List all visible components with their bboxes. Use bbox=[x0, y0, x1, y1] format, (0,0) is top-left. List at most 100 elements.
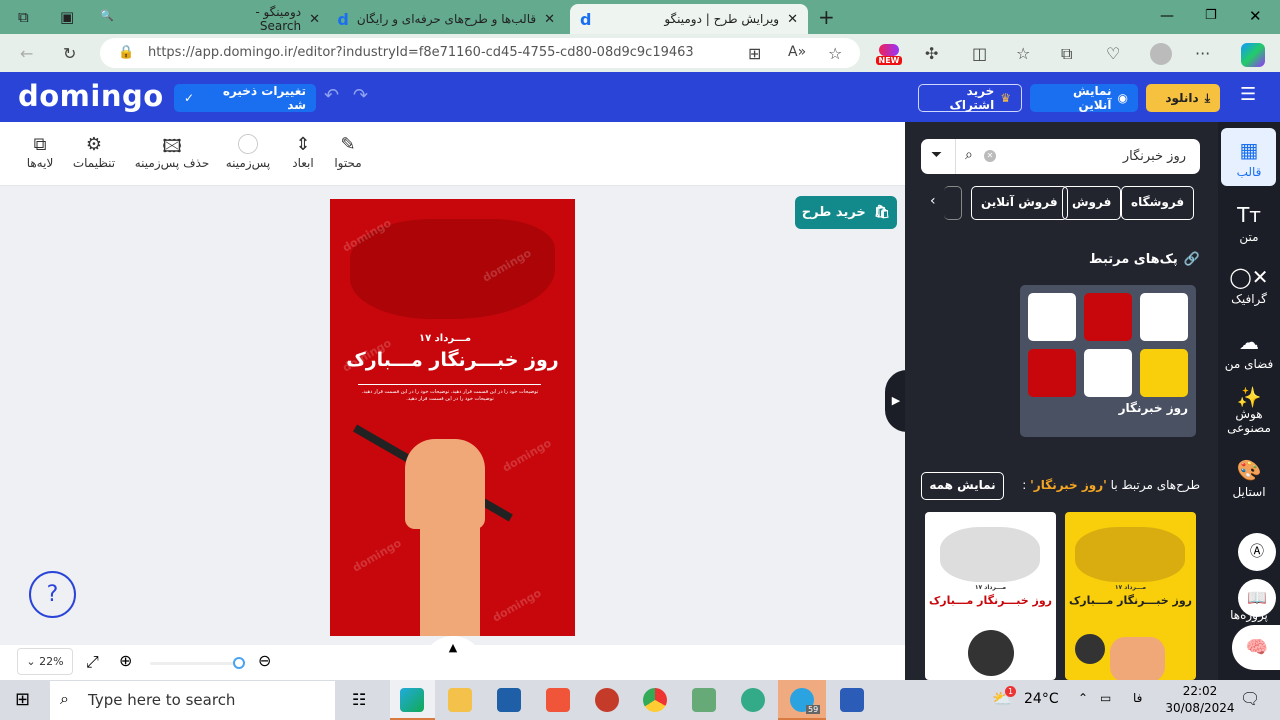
vertical-tabs-icon[interactable]: ▣ bbox=[60, 8, 74, 26]
battery-icon[interactable]: ▭ bbox=[1100, 691, 1111, 705]
file-explorer-icon[interactable] bbox=[448, 688, 472, 712]
app-c-icon[interactable] bbox=[546, 688, 570, 712]
tool-remove-background[interactable]: 🖾 حذف پس‌زمینه bbox=[133, 134, 211, 170]
fit-screen-icon[interactable]: ⤢ bbox=[86, 652, 99, 672]
favorites-icon[interactable]: ☆ bbox=[1016, 44, 1030, 63]
close-tab-icon[interactable]: ✕ bbox=[309, 12, 320, 27]
pack-thumbnail bbox=[1140, 293, 1188, 341]
zoom-out-icon[interactable]: ⊖ bbox=[258, 651, 271, 670]
edge-icon[interactable] bbox=[400, 688, 424, 712]
template-search-input[interactable]: روز خبرنگار bbox=[921, 139, 1200, 174]
lock-icon[interactable]: 🔒 bbox=[118, 45, 134, 60]
back-icon[interactable]: ← bbox=[20, 44, 33, 63]
filter-icon[interactable]: ⏷ bbox=[931, 147, 942, 163]
zoom-in-icon[interactable]: ⊕ bbox=[119, 651, 132, 670]
related-design-card[interactable]: ۱۷ مـــرداد روز خبـــرنگار مـــبارک bbox=[1065, 512, 1196, 680]
undo-icon[interactable]: ↶ bbox=[324, 85, 339, 106]
favorite-star-icon[interactable]: ☆ bbox=[828, 44, 842, 63]
clock[interactable]: 22:02 30/08/2024 bbox=[1160, 683, 1240, 717]
menu-icon[interactable]: ☰ bbox=[1240, 84, 1256, 105]
close-tab-icon[interactable]: ✕ bbox=[544, 12, 555, 27]
check-icon: ✓ bbox=[184, 91, 195, 105]
restore-button[interactable]: ❐ bbox=[1205, 8, 1217, 23]
saved-status-button[interactable]: تغییرات ذخیره شد ✓ bbox=[174, 84, 316, 112]
app-green-icon[interactable] bbox=[692, 688, 716, 712]
collections-icon[interactable]: ⧉ bbox=[1061, 44, 1072, 64]
help-button[interactable]: ? bbox=[29, 571, 76, 618]
tool-content[interactable]: ✎ محتوا bbox=[330, 134, 366, 170]
online-preview-button[interactable]: ◉ نمایش آنلاین bbox=[1030, 84, 1138, 112]
pack-thumbnail bbox=[1084, 293, 1132, 341]
chip-partial[interactable] bbox=[944, 186, 962, 220]
sidebar-item-graphics[interactable]: ◯✕ گرافیک bbox=[1218, 265, 1280, 306]
shopping-bag-icon: 🛍 bbox=[873, 205, 891, 220]
tool-dimensions[interactable]: ⇕ ابعاد bbox=[285, 134, 321, 170]
store-icon[interactable] bbox=[497, 688, 521, 712]
zoom-select[interactable]: ⌄ 22% bbox=[17, 648, 73, 675]
search-icon[interactable]: ⌕ bbox=[965, 147, 973, 163]
sidebar-item-template[interactable]: ▦ قالب bbox=[1218, 138, 1280, 179]
more-icon[interactable]: ··· bbox=[1195, 44, 1210, 63]
redo-icon[interactable]: ↷ bbox=[353, 85, 368, 106]
chip-sales[interactable]: فروش bbox=[1062, 186, 1122, 220]
workspaces-icon[interactable]: ⧉ bbox=[18, 8, 29, 26]
book-icon[interactable]: 📖 bbox=[1238, 579, 1276, 617]
buy-design-button[interactable]: 🛍 خرید طرح bbox=[795, 196, 897, 229]
tab-search[interactable]: ✕ دومینگو - Search bbox=[210, 4, 330, 34]
design-canvas[interactable]: domingo domingo domingo domingo domingo … bbox=[330, 199, 575, 636]
extension-new-icon[interactable]: NEW bbox=[876, 44, 902, 68]
read-aloud-icon[interactable]: A» bbox=[788, 44, 806, 60]
tab-editor[interactable]: ✕ ویرایش طرح | دومینگو d bbox=[570, 4, 808, 34]
apps-icon[interactable]: ⊞ bbox=[748, 44, 761, 63]
download-manager-icon[interactable] bbox=[741, 688, 765, 712]
sidebar-item-ai[interactable]: ✨ هوش مصنوعی bbox=[1218, 387, 1280, 435]
chip-store[interactable]: فروشگاه bbox=[1121, 186, 1195, 220]
ai-brain-button[interactable]: 🧠 bbox=[1232, 625, 1280, 670]
zoom-slider[interactable] bbox=[150, 662, 240, 665]
download-button[interactable]: ⤓ دانلود bbox=[1146, 84, 1220, 112]
expand-pages-button[interactable]: ▲ bbox=[422, 636, 484, 680]
copilot-icon[interactable] bbox=[1241, 43, 1265, 67]
minimize-button[interactable]: — bbox=[1160, 8, 1174, 24]
pack-card[interactable]: روز خبرنگار bbox=[1020, 285, 1196, 437]
split-screen-icon[interactable]: ◫ bbox=[972, 44, 987, 63]
language-indicator[interactable]: فا bbox=[1133, 691, 1142, 705]
notifications-icon[interactable]: 🗨 bbox=[1240, 689, 1260, 708]
related-design-card[interactable]: ۱۷ مـــرداد روز خبـــرنگار مـــبارک bbox=[925, 512, 1056, 680]
domingo-logo[interactable]: domingo bbox=[18, 79, 164, 113]
url-field[interactable]: https://app.domingo.ir/editor?industryId… bbox=[100, 38, 860, 68]
tool-background[interactable]: پس‌زمینه bbox=[222, 134, 274, 170]
browser-essentials-icon[interactable]: ♡ bbox=[1106, 44, 1120, 63]
collapse-panel-button[interactable]: ▶ bbox=[885, 370, 907, 432]
sidebar-item-style[interactable]: 🎨 استایل bbox=[1218, 458, 1280, 499]
chrome-icon[interactable] bbox=[643, 688, 667, 712]
sidebar-item-my-space[interactable]: ☁ فضای من bbox=[1218, 330, 1280, 371]
zoom-slider-handle[interactable] bbox=[233, 657, 246, 669]
tool-settings[interactable]: ⚙ تنظیمات bbox=[70, 134, 118, 170]
tool-layers[interactable]: ⧉ لایه‌ها bbox=[22, 134, 58, 170]
chip-online-sales[interactable]: فروش آنلاین bbox=[971, 186, 1068, 220]
sidebar-item-text[interactable]: Tт متن bbox=[1218, 203, 1280, 244]
new-tab-button[interactable]: + bbox=[818, 5, 835, 29]
show-all-button[interactable]: نمایش همه bbox=[921, 472, 1004, 500]
search-icon: 🔍 bbox=[100, 9, 114, 22]
chevron-left-icon[interactable]: ‹ bbox=[930, 193, 936, 209]
word-icon[interactable] bbox=[840, 688, 864, 712]
close-window-button[interactable]: ✕ bbox=[1249, 7, 1262, 25]
extensions-icon[interactable]: ✣ bbox=[925, 44, 938, 63]
translate-button[interactable]: Ⓐ bbox=[1238, 533, 1276, 571]
tab-templates[interactable]: ✕ قالب‌ها و طرح‌های حرفه‌ای و رایگان d bbox=[335, 4, 565, 34]
palette-icon: 🎨 bbox=[1236, 458, 1262, 482]
show-hidden-icons[interactable]: ⌃ bbox=[1078, 691, 1088, 705]
cloud-upload-icon: ☁ bbox=[1239, 330, 1259, 354]
psiphon-icon[interactable] bbox=[595, 688, 619, 712]
task-view-icon[interactable]: ☷ bbox=[352, 690, 366, 709]
buy-subscription-button[interactable]: ♛ خرید اشتراک bbox=[918, 84, 1022, 112]
windows-start-icon[interactable]: ⊞ bbox=[15, 689, 30, 710]
taskbar-search-input[interactable]: Type here to search bbox=[50, 681, 335, 720]
clear-search-icon[interactable]: ✕ bbox=[984, 150, 996, 162]
close-tab-icon[interactable]: ✕ bbox=[787, 12, 798, 27]
refresh-icon[interactable]: ↻ bbox=[63, 44, 76, 63]
temperature[interactable]: 24°C bbox=[1024, 691, 1059, 707]
profile-avatar[interactable] bbox=[1150, 43, 1172, 65]
